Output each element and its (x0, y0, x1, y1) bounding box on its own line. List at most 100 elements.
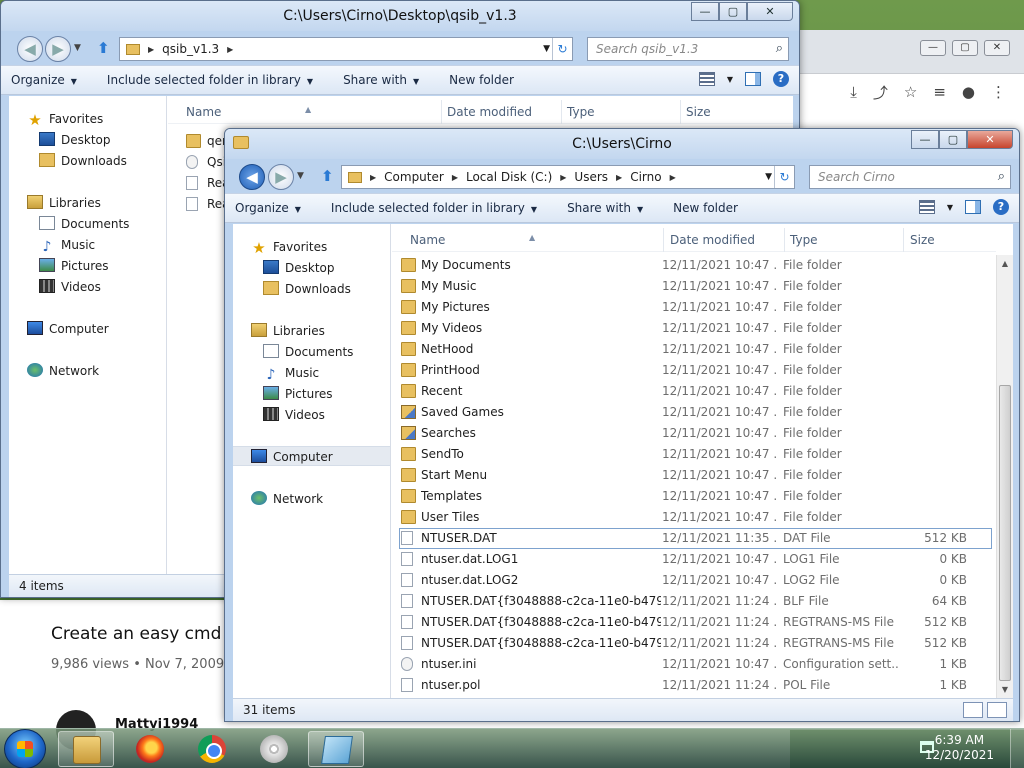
minimize-button[interactable]: — (691, 2, 719, 21)
column-name[interactable]: Name (410, 233, 445, 247)
show-desktop-button[interactable] (1010, 729, 1024, 768)
column-date[interactable]: Date modified (447, 105, 532, 119)
nav-downloads[interactable]: Downloads (233, 279, 390, 299)
recent-pages-dropdown-icon[interactable]: ▼ (297, 171, 304, 181)
breadcrumb-separator-icon[interactable]: ▶ (616, 173, 622, 182)
details-view-icon[interactable] (963, 702, 983, 718)
taskbar-media[interactable] (246, 731, 302, 767)
breadcrumb-separator-icon[interactable]: ▶ (227, 45, 233, 54)
clock[interactable]: 6:39 AM 12/20/2021 (925, 733, 994, 763)
column-date[interactable]: Date modified (670, 233, 755, 247)
nav-desktop[interactable]: Desktop (9, 130, 166, 150)
table-row[interactable]: Saved Games 12/11/2021 10:47 ... File fold… (399, 402, 992, 423)
table-row[interactable]: Templates 12/11/2021 10:47 ... File folder (399, 486, 992, 507)
breadcrumb-separator-icon[interactable]: ▶ (670, 173, 676, 182)
preview-pane-icon[interactable] (745, 72, 761, 86)
taskbar-chrome[interactable] (184, 731, 240, 767)
share-with-button[interactable]: Share with ▼ (567, 201, 643, 215)
column-name[interactable]: Name (186, 105, 221, 119)
up-arrow-icon[interactable]: ⬆ (321, 167, 334, 185)
column-type[interactable]: Type (567, 105, 595, 119)
table-row[interactable]: ntuser.ini 12/11/2021 10:47 ... Configurat… (399, 654, 992, 675)
scroll-down-icon[interactable]: ▼ (997, 681, 1013, 698)
table-row[interactable]: NTUSER.DAT{f3048888-c2ca-11e0-b479-... 12… (399, 612, 992, 633)
breadcrumb-qsib[interactable]: qsib_v1.3 (162, 42, 219, 56)
breadcrumb-computer[interactable]: Computer (384, 170, 444, 184)
nav-documents[interactable]: Documents (233, 342, 390, 362)
table-row[interactable]: ntuser.dat.LOG1 12/11/2021 10:47 ... LOG1 … (399, 549, 992, 570)
vertical-scrollbar[interactable]: ▲ ▼ (996, 255, 1013, 698)
table-row[interactable]: NetHood 12/11/2021 10:47 ... File folder (399, 339, 992, 360)
chevron-down-icon[interactable]: ▼ (727, 75, 733, 84)
column-size[interactable]: Size (686, 105, 711, 119)
maximize-button[interactable]: ▢ (719, 2, 747, 21)
bookmark-star-icon[interactable]: ☆ (904, 83, 917, 101)
nav-downloads[interactable]: Downloads (9, 151, 166, 171)
breadcrumb-separator-icon[interactable]: ▶ (560, 173, 566, 182)
help-icon[interactable]: ? (993, 199, 1009, 215)
nav-pictures[interactable]: Pictures (233, 384, 390, 404)
nav-computer[interactable]: Computer (9, 319, 166, 339)
table-row[interactable]: ntuser.dat.LOG2 12/11/2021 10:47 ... LOG2 … (399, 570, 992, 591)
organize-button[interactable]: Organize ▼ (11, 73, 77, 87)
up-arrow-icon[interactable]: ⬆ (97, 39, 110, 57)
refresh-icon[interactable]: ↻ (774, 166, 794, 188)
scrollbar-thumb[interactable] (999, 385, 1011, 681)
table-row[interactable]: NTUSER.DAT 12/11/2021 11:35 ... DAT File 51… (399, 528, 992, 549)
taskbar-notepad[interactable] (308, 731, 364, 767)
taskbar-explorer[interactable] (58, 731, 114, 767)
new-folder-button[interactable]: New folder (449, 73, 514, 87)
browser-close-button[interactable]: ✕ (984, 40, 1010, 56)
change-view-icon[interactable] (918, 200, 935, 214)
nav-pictures[interactable]: Pictures (9, 256, 166, 276)
forward-button[interactable]: ▶ (268, 164, 294, 190)
back-button[interactable]: ◀ (17, 36, 43, 62)
table-row[interactable]: PrintHood 12/11/2021 10:47 ... File folder (399, 360, 992, 381)
search-icon[interactable]: ⌕ (998, 166, 1005, 188)
nav-libraries[interactable]: Libraries (233, 321, 390, 341)
share-with-button[interactable]: Share with ▼ (343, 73, 419, 87)
menu-kebab-icon[interactable]: ⋮ (991, 83, 1006, 101)
nav-desktop[interactable]: Desktop (233, 258, 390, 278)
include-in-library-button[interactable]: Include selected folder in library ▼ (107, 73, 313, 87)
table-row[interactable]: My Videos 12/11/2021 10:47 ... File folder (399, 318, 992, 339)
browser-minimize-button[interactable]: — (920, 40, 946, 56)
nav-network[interactable]: Network (9, 361, 166, 381)
column-size[interactable]: Size (910, 233, 935, 247)
download-icon[interactable]: ⤓ (850, 83, 857, 101)
playlist-icon[interactable]: ≡ (933, 83, 946, 101)
table-row[interactable]: My Music 12/11/2021 10:47 ... File folder (399, 276, 992, 297)
taskbar-firefox[interactable] (122, 731, 178, 767)
change-view-icon[interactable] (698, 72, 715, 86)
video-title[interactable]: Create an easy cmd s (51, 624, 236, 644)
back-button[interactable]: ◀ (239, 164, 265, 190)
table-row[interactable]: My Documents 12/11/2021 10:47 ... File fol… (399, 255, 992, 276)
nav-libraries[interactable]: Libraries (9, 193, 166, 213)
address-bar[interactable]: ▶ Computer ▶ Local Disk (C:) ▶ Users ▶ C… (341, 165, 795, 189)
table-row[interactable]: SendTo 12/11/2021 10:47 ... File folder (399, 444, 992, 465)
recent-pages-dropdown-icon[interactable]: ▼ (74, 43, 81, 53)
search-input[interactable]: Search qsib_v1.3 ⌕ (587, 37, 789, 61)
nav-network[interactable]: Network (233, 489, 390, 509)
share-icon[interactable]: ⤴ (873, 82, 888, 103)
close-button[interactable]: ✕ (747, 2, 793, 21)
start-button[interactable] (4, 729, 46, 768)
nav-favorites[interactable]: ★ Favorites (233, 237, 390, 257)
breadcrumb-cirno[interactable]: Cirno (630, 170, 661, 184)
address-dropdown-icon[interactable]: ▼ (765, 172, 772, 182)
scroll-up-icon[interactable]: ▲ (997, 255, 1013, 272)
nav-videos[interactable]: Videos (233, 405, 390, 425)
preview-pane-icon[interactable] (965, 200, 981, 214)
forward-button[interactable]: ▶ (45, 36, 71, 62)
profile-icon[interactable]: ● (962, 83, 975, 101)
table-row[interactable]: NTUSER.DAT{f3048888-c2ca-11e0-b479-... 12… (399, 591, 992, 612)
organize-button[interactable]: Organize ▼ (235, 201, 301, 215)
table-row[interactable]: Start Menu 12/11/2021 10:47 ... File folde… (399, 465, 992, 486)
nav-documents[interactable]: Documents (9, 214, 166, 234)
minimize-button[interactable]: — (911, 130, 939, 149)
nav-music[interactable]: ♪ Music (233, 363, 390, 383)
nav-favorites[interactable]: ★ Favorites (9, 109, 166, 129)
table-row[interactable]: Searches 12/11/2021 10:47 ... File folder (399, 423, 992, 444)
table-row[interactable]: NTUSER.DAT{f3048888-c2ca-11e0-b479-... 12… (399, 633, 992, 654)
breadcrumb-local-disk[interactable]: Local Disk (C:) (466, 170, 552, 184)
